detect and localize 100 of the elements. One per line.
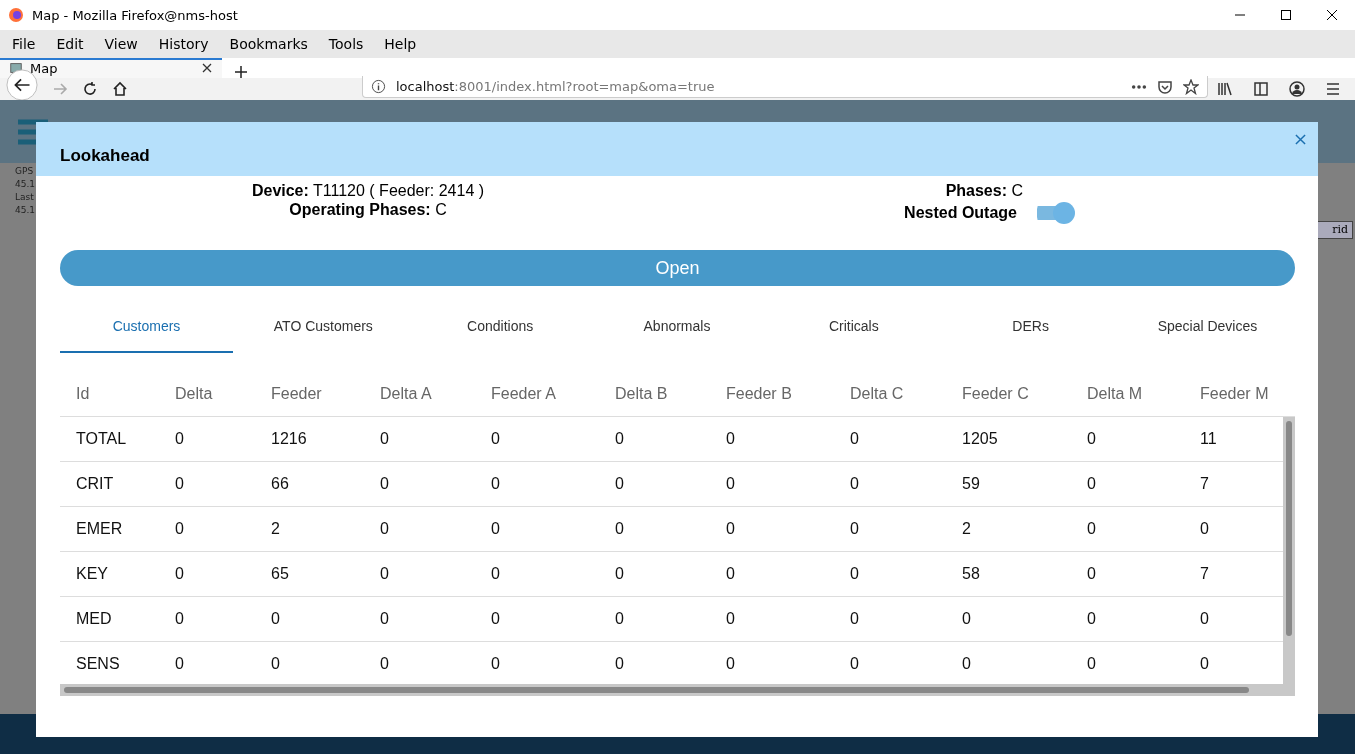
table-cell-text: 1205 [962,430,999,448]
star-icon[interactable] [1183,78,1199,95]
table-cell-text: 0 [1087,565,1097,583]
table-cell-text: 0 [726,565,736,583]
table-cell-text: 7 [1200,475,1210,493]
column-header[interactable]: Feeder M [1200,384,1290,403]
menu-item[interactable]: Edit [50,36,91,52]
table-cell-text: 0 [491,565,501,583]
table-cell-text: 0 [271,610,281,628]
table-cell-text: 0 [380,520,390,538]
table-cell-text: 0 [1087,430,1097,448]
horizontal-scrollbar[interactable] [60,684,1295,696]
table-cell-text: 0 [491,610,501,628]
table-cell-text: TOTAL [76,430,128,448]
table-cell-text: 0 [726,655,736,673]
tab[interactable]: ATO Customers [236,304,410,353]
home-icon[interactable] [112,81,128,97]
column-header[interactable]: Delta A [380,384,491,403]
browser-tab[interactable]: Map [0,58,222,78]
table-cell-text: 2 [962,520,972,538]
dialog-title: Lookahead [60,146,150,166]
column-header[interactable]: Delta B [615,384,726,403]
grid-button[interactable]: rid [1317,221,1353,239]
table-cell-text: 0 [1087,655,1097,673]
table-cell-text: EMER [76,520,124,538]
reload-icon[interactable] [82,81,98,97]
sidebar-icon[interactable] [1253,81,1269,97]
column-header[interactable]: Feeder A [491,384,615,403]
table-cell-text: 0 [175,610,185,628]
table-cell-text: 0 [850,610,860,628]
table-cell-text: 65 [271,565,290,583]
column-header[interactable]: Delta M [1087,384,1200,403]
table-cell-text: 0 [380,610,390,628]
menu-item[interactable]: Tools [322,36,371,52]
table-cell-text: MED [76,610,113,628]
table-cell-text: 0 [615,475,625,493]
gps-text: Last [15,191,35,204]
tab[interactable]: Special Devices [1120,304,1294,353]
table-cell-text: 0 [1200,520,1210,538]
table-cell-text: 0 [175,565,185,583]
gps-text: 45.1 [15,178,36,191]
table-cell-text: 2 [271,520,281,538]
table-cell-text: 0 [491,655,501,673]
table-cell-text: 0 [850,430,860,448]
menu-item[interactable]: History [152,36,216,52]
table-cell-text: 0 [850,655,860,673]
table-cell-text: 0 [615,655,625,673]
column-header[interactable]: Feeder C [962,384,1087,403]
table-cell-text: SENS [76,655,121,673]
tab[interactable]: Conditions [413,304,587,353]
new-tab-icon[interactable] [235,66,247,78]
table-cell-text: 0 [615,430,625,448]
menu-icon[interactable] [1325,81,1341,97]
operating-phases-text: Operating Phases: C [289,200,447,219]
vertical-scrollbar[interactable] [1283,417,1295,684]
column-header[interactable]: Feeder B [726,384,850,403]
menu-item[interactable]: File [6,36,43,52]
gps-text: GPS [15,165,35,178]
table-cell-text: 0 [615,565,625,583]
table-cell-text: 0 [1200,610,1210,628]
table-cell-text: 0 [271,655,281,673]
address-field[interactable]: localhost:8001/index.html?root=map&oma=true [362,76,1208,98]
table-cell-text: 66 [271,475,290,493]
table-cell-text: 0 [1087,520,1097,538]
column-header[interactable]: Delta [175,384,271,403]
table-cell-text: 0 [850,475,860,493]
pocket-icon[interactable] [1157,78,1173,95]
table-cell-text: 1216 [271,430,308,448]
menu-item[interactable]: Help [378,36,424,52]
menu-item[interactable]: Bookmarks [223,36,315,52]
column-header[interactable]: Id [76,384,175,403]
window-title: Map - Mozilla Firefox@nms-host [32,7,238,23]
table-cell-text: 0 [850,520,860,538]
menu-item[interactable]: View [98,36,145,52]
close-tab-icon[interactable] [202,63,212,73]
nested-outage-label: Nested Outage [904,204,1017,222]
table-cell-text: 0 [491,430,501,448]
table-cell-text: 0 [175,430,185,448]
tab[interactable]: DERs [944,304,1118,353]
library-icon[interactable] [1217,81,1233,97]
gps-text: 45.1 [15,204,36,217]
table-cell-text: 0 [380,475,390,493]
table-cell-text: 0 [380,565,390,583]
table-cell-text: 0 [615,520,625,538]
device-text: Device: T11120 ( Feeder: 2414 ) [251,181,485,200]
tab[interactable]: Abnormals [590,304,764,353]
phases-text: Phases: C [945,181,1023,200]
table-cell-text: 0 [491,520,501,538]
table-cell-text: 7 [1200,565,1210,583]
account-icon[interactable] [1289,81,1305,97]
tab[interactable]: Customers [60,304,233,353]
column-header[interactable]: Feeder [271,384,380,403]
table-cell-text: 0 [726,475,736,493]
table-cell-text: 0 [962,610,972,628]
table-cell-text: 0 [1087,610,1097,628]
column-header[interactable]: Delta C [850,384,962,403]
table-cell-text: 0 [962,655,972,673]
table-cell-text: 11 [1200,430,1218,448]
table-cell-text: 0 [726,610,736,628]
tab[interactable]: Criticals [767,304,941,353]
